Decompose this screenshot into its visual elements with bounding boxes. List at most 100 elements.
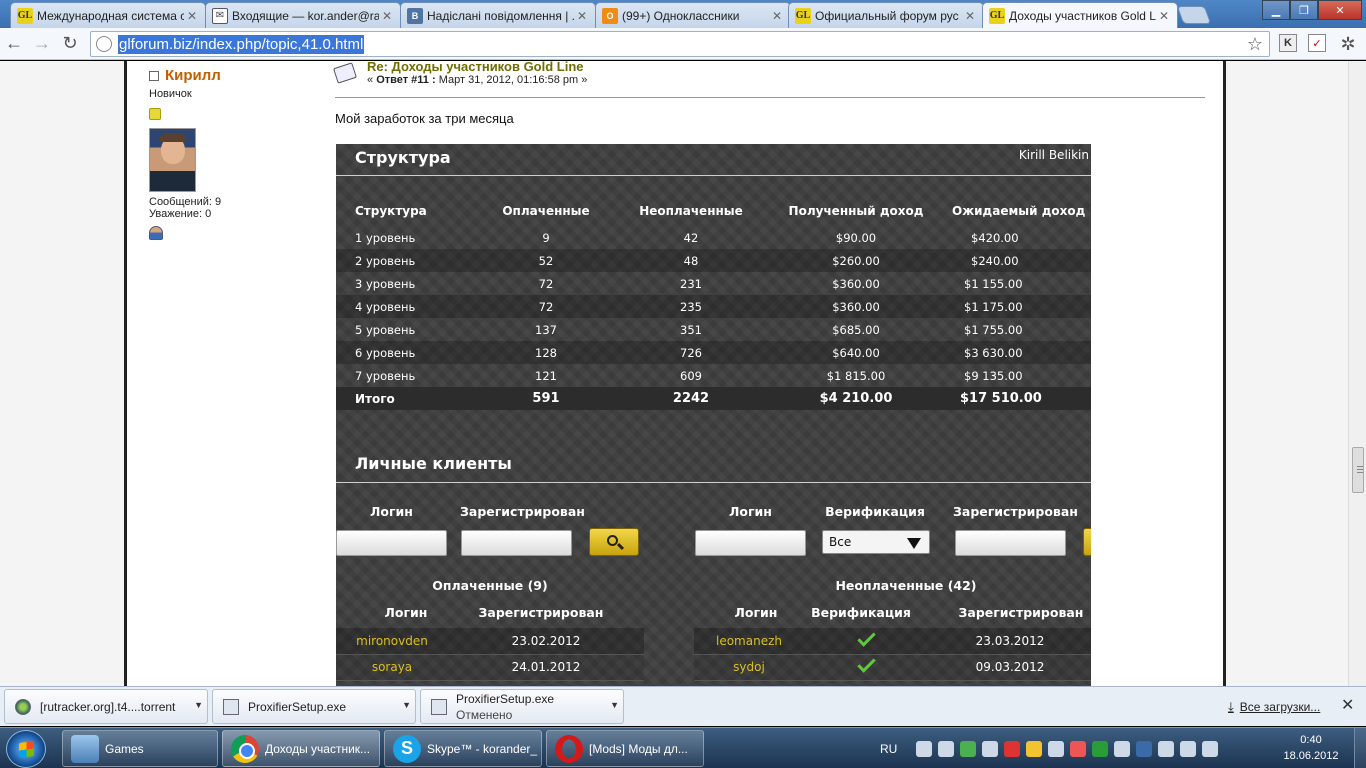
table-cell: 2 уровень [336,249,486,272]
exe-file-icon [223,698,239,715]
tray-app-icon[interactable] [1114,740,1131,757]
tray-app-icon[interactable] [1180,740,1197,757]
table-cell: $3 630.00 [936,341,1091,364]
profile-icon[interactable] [149,226,163,240]
new-tab-button[interactable] [1176,6,1212,24]
table-cell: $90.00 [835,230,877,245]
client-login[interactable]: mironovden [336,628,448,655]
taskbar-button-label: [Mods] Моды дл... [589,741,688,756]
vk-icon[interactable] [1136,740,1153,757]
poster-name-row[interactable]: Кирилл [149,67,309,84]
tab-close-icon[interactable]: ✕ [772,9,784,23]
table-row: 3 уровень 72 231 $360.00 $1 155.00 [336,272,1091,295]
download-item[interactable]: ProxifierSetup.exe Отменено ▼ [420,689,624,724]
tray-app-icon[interactable] [1048,740,1065,757]
minimize-icon[interactable]: ▁ [1262,0,1290,20]
clock[interactable]: 0:40 18.06.2012 [1270,732,1352,764]
table-cell: $240.00 [936,249,1091,272]
volume-icon[interactable] [1202,740,1219,757]
close-icon[interactable]: ✕ [1341,695,1354,715]
tray-app-icon[interactable] [960,740,977,757]
maximize-icon[interactable]: ❐ [1290,0,1318,20]
tab-close-icon[interactable]: ✕ [382,9,394,23]
tab-odnoklassniki[interactable]: О (99+) Одноклассники ✕ [595,2,791,28]
show-desktop-button[interactable] [1354,728,1366,768]
extension-check-icon[interactable]: ✓ [1308,34,1326,52]
unpaid-search-button[interactable] [1083,528,1091,556]
paid-search-button[interactable] [589,528,639,556]
chrome-icon [231,734,259,763]
start-button[interactable] [6,730,46,768]
paid-login-input[interactable] [336,530,447,556]
tab-vk[interactable]: B Надіслані повідомлення | ... ✕ [400,2,596,28]
tab-close-icon[interactable]: ✕ [965,9,977,23]
filter-label-login: Логин [370,504,413,519]
filter-label-registered: Зарегистрирован [460,504,585,519]
table-cell: $1 155.00 [964,276,1023,291]
tab-inbox[interactable]: ✉ Входящие — kor.ander@ra ✕ [205,2,401,28]
tray-app-icon[interactable] [982,740,999,757]
client-login[interactable]: soraya [336,654,448,681]
vk-icon: B [407,7,423,24]
tab-gold-line-income[interactable]: GL Доходы участников Gold L ✕ [982,2,1178,28]
scrollbar-thumb[interactable] [1352,447,1364,493]
download-item[interactable]: [rutracker.org].t4....torrent ▼ [4,689,208,724]
all-downloads-link[interactable]: ⤓ Все загрузки... [1228,699,1320,715]
table-cell: $360.00 [832,276,880,291]
table-header-row: Структура Оплаченные Неоплаченные Получе… [336,196,1091,226]
forward-arrow-icon[interactable]: → [28,30,56,58]
paid-registered-input[interactable] [461,530,572,556]
taskbar-button-games[interactable]: Games [62,730,218,767]
table-row: 5 уровень 137 351 $685.00 $1 755.00 [336,318,1091,341]
address-bar[interactable]: glforum.biz/index.php/topic,41.0.html ☆ [90,31,1270,57]
tray-app-icon[interactable] [1026,740,1043,757]
vertical-scrollbar[interactable] [1348,61,1366,686]
download-name: ProxifierSetup.exe [248,699,347,714]
unpaid-login-input[interactable] [695,530,806,556]
tab-close-icon[interactable]: ✕ [577,9,589,23]
poster-name[interactable]: Кирилл [165,67,221,84]
client-date: 24.01.2012 [448,654,644,681]
post-subject[interactable]: Re: Доходы участников Gold Line [367,61,584,74]
tab-title: Надіслані повідомлення | ... [427,8,574,23]
tab-gl-system[interactable]: GL Международная система с ✕ [10,2,206,28]
network-icon[interactable] [916,740,933,757]
column-header: Ожидаемый доход [952,204,1086,218]
column-header: Зарегистрирован [478,605,604,620]
close-window-icon[interactable]: ✕ [1318,0,1362,20]
tab-close-icon[interactable]: ✕ [187,9,199,23]
tray-app-icon[interactable] [1070,740,1087,757]
extension-k-icon[interactable]: K [1279,34,1297,52]
tab-forum[interactable]: GL Официальный форум рус ✕ [788,2,984,28]
table-cell: $420.00 [971,230,1019,245]
bookmark-star-icon[interactable]: ☆ [1247,34,1263,55]
address-url[interactable]: glforum.biz/index.php/topic,41.0.html [118,34,365,54]
post-meta: « Ответ #11 : Март 31, 2012, 01:16:58 pm… [367,74,587,86]
unpaid-registered-input[interactable] [955,530,1066,556]
divider [336,482,1091,483]
verification-select[interactable]: Все [822,530,930,554]
wrench-menu-icon[interactable]: ✲ [1334,30,1362,58]
dropdown-arrow-icon[interactable]: ▼ [402,700,411,710]
client-login[interactable]: sydoj [694,654,804,681]
back-arrow-icon[interactable]: ← [0,30,28,58]
taskbar-button-opera[interactable]: [Mods] Моды дл... [546,730,704,767]
utorrent-icon[interactable] [1092,740,1109,757]
client-login[interactable]: leomanezh [694,628,804,655]
table-cell: $260.00 [776,249,936,272]
reload-icon[interactable]: ↻ [56,30,84,58]
gl-icon: GL [17,7,33,24]
tray-app-icon[interactable] [938,740,955,757]
clock-time: 0:40 [1300,734,1322,746]
tray-app-icon[interactable] [1158,740,1175,757]
offline-status-icon [149,70,159,81]
dropdown-arrow-icon[interactable]: ▼ [194,700,203,710]
tab-close-icon[interactable]: ✕ [1159,9,1171,23]
language-indicator[interactable]: RU [880,742,897,756]
download-item[interactable]: ProxifierSetup.exe ▼ [212,689,416,724]
taskbar-button-skype[interactable]: S Skype™ - korander_ [384,730,542,767]
taskbar-button-chrome[interactable]: Доходы участник... [222,730,380,767]
table-cell: 2242 [606,387,776,410]
tray-app-icon[interactable] [1004,740,1021,757]
dropdown-arrow-icon[interactable]: ▼ [610,700,619,710]
